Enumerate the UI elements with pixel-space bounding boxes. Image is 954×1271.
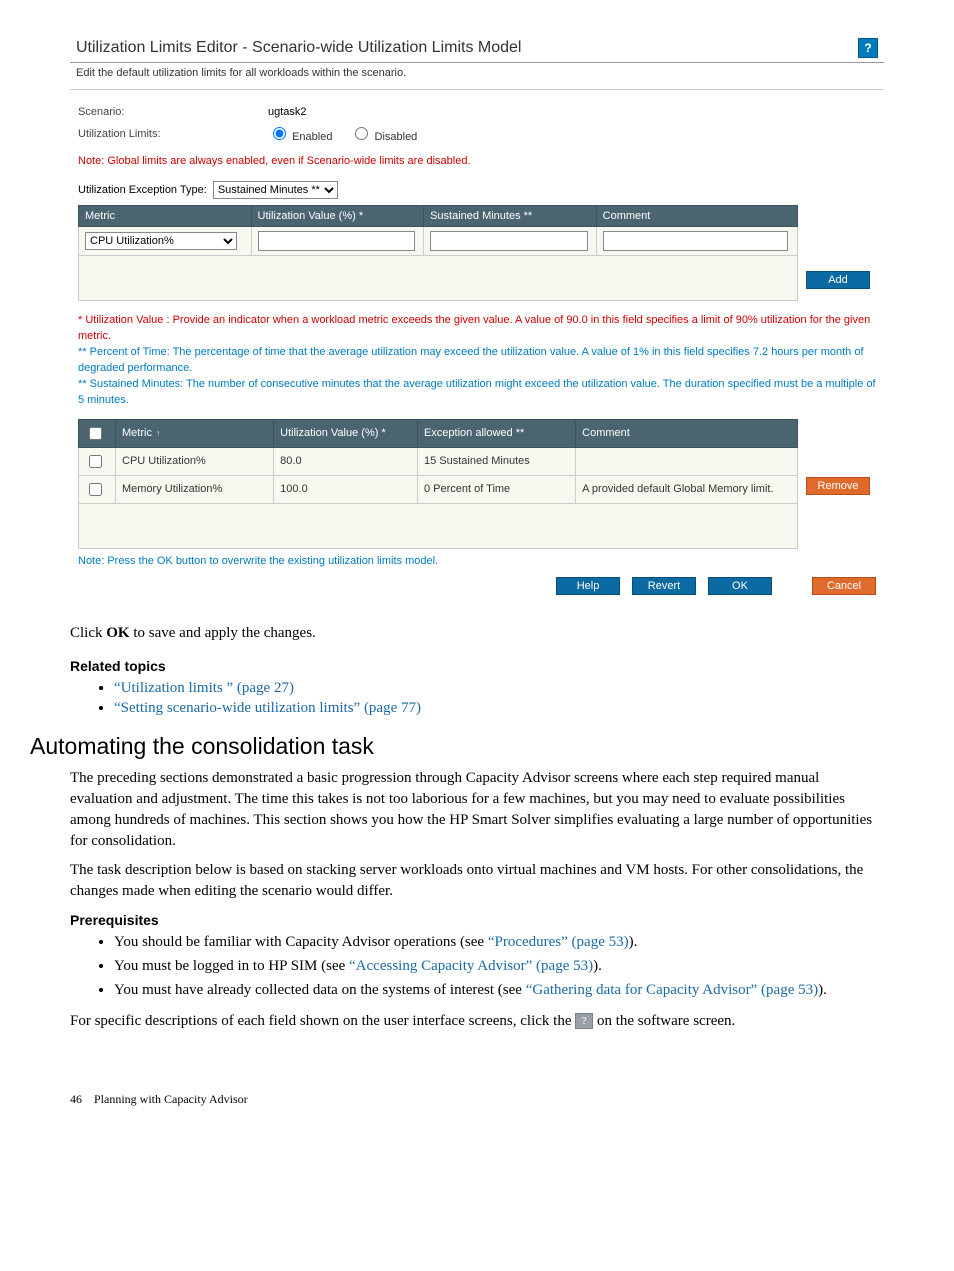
exception-type-label: Utilization Exception Type: [78,184,207,196]
radio-enabled-input[interactable] [273,127,286,140]
cell-comment [576,447,798,475]
prerequisites-list: You should be familiar with Capacity Adv… [70,932,884,1001]
chapter-name: Planning with Capacity Advisor [94,1092,248,1106]
prerequisites-heading: Prerequisites [70,912,884,928]
scenario-label: Scenario: [78,106,268,118]
col-sustained: Sustained Minutes ** [424,206,597,227]
panel-title: Utilization Limits Editor - Scenario-wid… [76,39,858,57]
sustained-input[interactable] [430,231,588,251]
cell-metric: Memory Utilization% [116,475,274,503]
question-icon: ? [575,1013,593,1029]
select-all-checkbox[interactable] [89,427,102,440]
row-checkbox[interactable] [89,483,102,496]
radio-disabled-label: Disabled [375,131,418,143]
radio-enabled-label: Enabled [292,131,332,143]
exp-percent-time: ** Percent of Time: The percentage of ti… [78,346,864,374]
section-para-1: The preceding sections demonstrated a ba… [70,768,884,852]
col-metric: Metric [79,206,252,227]
prereq-link-1[interactable]: “Procedures” (page 53) [488,934,629,950]
exp-util-value: * Utilization Value : Provide an indicat… [78,314,870,342]
scenario-value: ugtask2 [268,106,307,118]
prereq-link-3[interactable]: “Gathering data for Capacity Advisor” (p… [526,982,818,998]
cancel-button[interactable]: Cancel [812,577,876,595]
list-item: You must be logged in to HP SIM (see “Ac… [114,956,884,977]
help-button[interactable]: Help [556,577,620,595]
related-link-2[interactable]: “Setting scenario-wide utilization limit… [114,700,421,716]
col2-util: Utilization Value (%) * [274,419,418,447]
metric-select[interactable]: CPU Utilization% [85,232,237,250]
note-overwrite: Note: Press the OK button to overwrite t… [78,555,876,567]
ok-button[interactable]: OK [708,577,772,595]
util-value-input[interactable] [258,231,416,251]
related-topics-list: “Utilization limits ” (page 27) “Setting… [70,680,884,717]
closing-text: For specific descriptions of each field … [70,1011,884,1032]
limits-table: Metric↑ Utilization Value (%) * Exceptio… [78,419,798,549]
cell-exc: 15 Sustained Minutes [417,447,575,475]
note-global-limits: Note: Global limits are always enabled, … [78,155,876,167]
section-title: Automating the consolidation task [30,733,884,760]
prereq-link-2[interactable]: “Accessing Capacity Advisor” (page 53) [349,958,593,974]
cell-exc: 0 Percent of Time [417,475,575,503]
ok-bold: OK [106,625,129,641]
remove-button[interactable]: Remove [806,477,870,495]
utilization-limits-panel: Utilization Limits Editor - Scenario-wid… [70,30,884,603]
panel-header: Utilization Limits Editor - Scenario-wid… [70,30,884,63]
radio-disabled[interactable]: Disabled [350,124,417,143]
page-footer: 46 Planning with Capacity Advisor [70,1092,884,1107]
related-topics-heading: Related topics [70,658,884,674]
list-item: You must have already collected data on … [114,980,884,1001]
sort-asc-icon: ↑ [156,428,161,438]
table-row: CPU Utilization% 80.0 15 Sustained Minut… [79,447,798,475]
col-util-value: Utilization Value (%) * [251,206,424,227]
revert-button[interactable]: Revert [632,577,696,595]
page-number: 46 [70,1092,82,1106]
click-ok-text: Click OK to save and apply the changes. [70,623,884,644]
section-para-2: The task description below is based on s… [70,860,884,902]
col2-metric[interactable]: Metric↑ [116,419,274,447]
explanation-block: * Utilization Value : Provide an indicat… [78,313,876,409]
col-comment: Comment [596,206,797,227]
comment-input[interactable] [603,231,788,251]
exception-type-select[interactable]: Sustained Minutes ** [213,181,338,199]
cell-util: 100.0 [274,475,418,503]
col2-comment: Comment [576,419,798,447]
exp-sustained: ** Sustained Minutes: The number of cons… [78,378,876,406]
radio-disabled-input[interactable] [355,127,368,140]
cell-util: 80.0 [274,447,418,475]
list-item: You should be familiar with Capacity Adv… [114,932,884,953]
panel-footer-buttons: Help Revert OK Cancel [78,577,876,595]
input-metrics-table: Metric Utilization Value (%) * Sustained… [78,205,798,301]
utilization-limits-label: Utilization Limits: [78,128,268,140]
table-row: Memory Utilization% 100.0 0 Percent of T… [79,475,798,503]
table-row: CPU Utilization% [79,227,798,256]
radio-enabled[interactable]: Enabled [268,124,332,143]
add-button[interactable]: Add [806,271,870,289]
col-checkbox [79,419,116,447]
cell-metric: CPU Utilization% [116,447,274,475]
related-link-1[interactable]: “Utilization limits ” (page 27) [114,680,294,696]
help-icon[interactable]: ? [858,38,878,58]
cell-comment: A provided default Global Memory limit. [576,475,798,503]
panel-subtitle: Edit the default utilization limits for … [70,63,884,90]
row-checkbox[interactable] [89,455,102,468]
col2-exc: Exception allowed ** [417,419,575,447]
